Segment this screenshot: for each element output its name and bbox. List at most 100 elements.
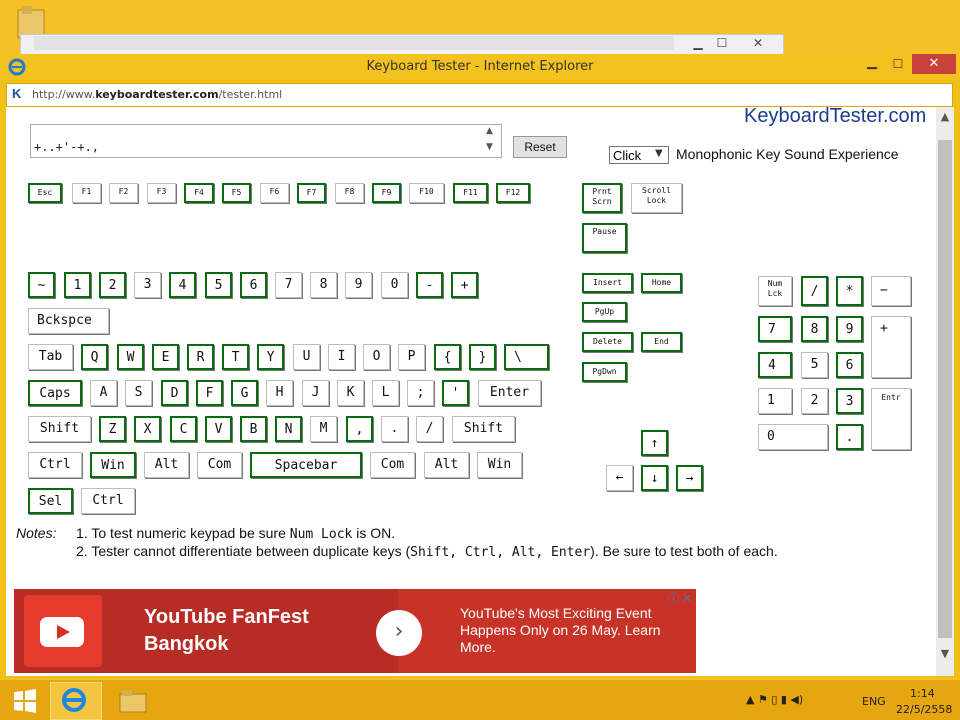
reset-button[interactable]: Reset: [513, 136, 567, 158]
key-5[interactable]: 5: [205, 272, 232, 298]
ad-text[interactable]: YouTube's Most Exciting Event Happens On…: [460, 605, 680, 656]
key-left-ctrl[interactable]: Ctrl: [28, 452, 82, 478]
key-num-enter[interactable]: Entr: [871, 388, 911, 450]
key-f5[interactable]: F5: [222, 183, 251, 203]
key-comma[interactable]: ,: [346, 416, 373, 442]
key-s[interactable]: S: [125, 380, 152, 406]
key-j[interactable]: J: [302, 380, 329, 406]
key-period[interactable]: .: [381, 416, 408, 442]
key-tab[interactable]: Tab: [28, 344, 73, 370]
key-right-win[interactable]: Win: [477, 452, 522, 478]
minimize-button[interactable]: ▁: [858, 56, 886, 72]
key-backslash[interactable]: \: [504, 344, 549, 370]
key-1[interactable]: 1: [64, 272, 91, 298]
key-z[interactable]: Z: [99, 416, 126, 442]
key-slash[interactable]: /: [416, 416, 443, 442]
key-l[interactable]: L: [372, 380, 399, 406]
key-enter[interactable]: Enter: [478, 380, 541, 406]
key-r[interactable]: R: [187, 344, 214, 370]
back-maximize-button[interactable]: ☐: [708, 34, 736, 52]
language-indicator[interactable]: ENG: [862, 695, 886, 708]
scroll-up-icon[interactable]: ▲: [936, 107, 954, 127]
key-right-brace[interactable]: }: [469, 344, 496, 370]
key-q[interactable]: Q: [81, 344, 108, 370]
key-pgup[interactable]: PgUp: [582, 302, 627, 322]
scrollbar-thumb[interactable]: [938, 140, 952, 638]
key-scroll-lock[interactable]: Scroll Lock: [631, 183, 682, 213]
key-f9[interactable]: F9: [372, 183, 401, 203]
key-f[interactable]: F: [196, 380, 223, 406]
windows-start-icon[interactable]: [12, 688, 38, 714]
key-home[interactable]: Home: [641, 273, 682, 293]
key-c[interactable]: C: [170, 416, 197, 442]
key-esc[interactable]: Esc: [28, 183, 62, 203]
key-9[interactable]: 9: [345, 272, 372, 298]
key-right-arrow[interactable]: →: [676, 465, 703, 491]
key-print-screen[interactable]: Prnt Scrn: [582, 183, 622, 213]
key-pause[interactable]: Pause: [582, 223, 627, 253]
key-y[interactable]: Y: [257, 344, 284, 370]
key-quote[interactable]: ': [442, 380, 469, 406]
clock-date[interactable]: 22/5/2558: [896, 703, 952, 716]
key-g[interactable]: G: [231, 380, 258, 406]
key-insert[interactable]: Insert: [582, 273, 633, 293]
key-n[interactable]: N: [275, 416, 302, 442]
key-num-3[interactable]: 3: [836, 388, 863, 414]
key-m[interactable]: M: [310, 416, 337, 442]
key-f12[interactable]: F12: [496, 183, 530, 203]
key-semicolon[interactable]: ;: [407, 380, 434, 406]
close-button[interactable]: ✕: [912, 54, 956, 74]
key-4[interactable]: 4: [169, 272, 196, 298]
system-tray-icons[interactable]: ▲ ⚑ ▯ ▮ ◀): [746, 693, 803, 706]
key-num-6[interactable]: 6: [836, 352, 863, 378]
ad-close-icon[interactable]: ⓘ ✕: [668, 590, 692, 606]
key-delete[interactable]: Delete: [582, 332, 633, 352]
key-up-arrow[interactable]: ↑: [641, 430, 668, 456]
key-pgdwn[interactable]: PgDwn: [582, 362, 627, 382]
back-close-button[interactable]: ✕: [744, 34, 772, 52]
key-2[interactable]: 2: [99, 272, 126, 298]
key-f1[interactable]: F1: [72, 183, 101, 203]
key-tilde[interactable]: ~: [28, 272, 55, 298]
key-f6[interactable]: F6: [260, 183, 289, 203]
key-8[interactable]: 8: [310, 272, 337, 298]
key-num-4[interactable]: 4: [758, 352, 792, 378]
key-end[interactable]: End: [641, 332, 682, 352]
key-num-plus[interactable]: +: [871, 316, 911, 378]
key-f10[interactable]: F10: [409, 183, 444, 203]
file-explorer-icon[interactable]: [118, 688, 148, 714]
key-k[interactable]: K: [337, 380, 364, 406]
key-num-divide[interactable]: /: [801, 276, 828, 306]
ad-title[interactable]: YouTube FanFest Bangkok: [144, 604, 384, 658]
key-num-multiply[interactable]: *: [836, 276, 863, 306]
key-7[interactable]: 7: [275, 272, 302, 298]
key-backspace[interactable]: Bckspce: [28, 308, 109, 334]
key-p[interactable]: P: [398, 344, 425, 370]
key-right-ctrl[interactable]: Ctrl: [81, 488, 135, 514]
key-f3[interactable]: F3: [147, 183, 176, 203]
key-e[interactable]: E: [152, 344, 179, 370]
chevron-down-icon[interactable]: ▼: [655, 148, 663, 159]
key-u[interactable]: U: [293, 344, 320, 370]
clock-time[interactable]: 1:14: [910, 687, 935, 700]
key-caps[interactable]: Caps: [28, 380, 82, 406]
key-plus[interactable]: +: [451, 272, 478, 298]
key-w[interactable]: W: [117, 344, 144, 370]
key-f7[interactable]: F7: [297, 183, 326, 203]
key-f4[interactable]: F4: [184, 183, 214, 203]
key-num-1[interactable]: 1: [758, 388, 792, 414]
key-t[interactable]: T: [222, 344, 249, 370]
key-f8[interactable]: F8: [335, 183, 364, 203]
key-f11[interactable]: F11: [453, 183, 488, 203]
site-logo[interactable]: KeyboardTester.com: [744, 105, 926, 128]
key-f2[interactable]: F2: [109, 183, 138, 203]
key-num-decimal[interactable]: .: [836, 424, 863, 450]
key-o[interactable]: O: [363, 344, 390, 370]
chevron-right-icon[interactable]: ›: [376, 610, 422, 656]
key-minus[interactable]: -: [416, 272, 443, 298]
key-d[interactable]: D: [161, 380, 188, 406]
maximize-button[interactable]: ☐: [884, 56, 912, 72]
key-b[interactable]: B: [240, 416, 267, 442]
key-x[interactable]: X: [134, 416, 161, 442]
key-i[interactable]: I: [328, 344, 355, 370]
